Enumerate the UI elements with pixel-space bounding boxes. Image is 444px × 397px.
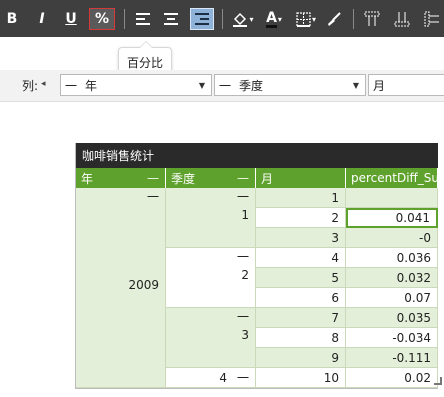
collapse-icon[interactable]: 一 (237, 308, 249, 325)
align-center-icon (164, 13, 178, 25)
chevron-down-icon: ▼ (352, 81, 359, 90)
header-label: 年 (81, 171, 94, 186)
header-quarter[interactable]: 季度 一 (166, 168, 256, 188)
year-value: 2009 (128, 278, 159, 292)
month-cell[interactable]: 2 (256, 208, 346, 228)
quarter-value: 4 (219, 371, 227, 385)
value-cell[interactable]: -0 (346, 228, 438, 248)
insert-column-button[interactable] (422, 8, 442, 30)
month-cell[interactable]: 4 (256, 248, 346, 268)
insert-row-below-icon (394, 12, 410, 27)
border-icon (296, 11, 311, 27)
month-cell[interactable]: 1 (256, 188, 346, 208)
align-left-button[interactable] (133, 8, 153, 30)
pivot-frame (75, 388, 438, 389)
collapse-icon: 一 (65, 78, 78, 93)
collapse-icon[interactable]: 一 (237, 248, 249, 265)
header-label: 月 (261, 171, 274, 186)
value-cell[interactable]: 0.02 (346, 368, 438, 388)
text-color-caret: ▾ (277, 14, 282, 24)
value-cell[interactable]: -0.111 (346, 348, 438, 368)
header-label: 季度 (171, 171, 196, 186)
collapse-icon[interactable]: 一 (147, 188, 159, 205)
text-color-button[interactable]: A ▾ (261, 8, 287, 30)
month-cell[interactable]: 5 (256, 268, 346, 288)
value-cell-selected[interactable]: 0.041 (346, 208, 438, 228)
insert-row-below-button[interactable] (392, 8, 412, 30)
collapse-icon[interactable]: 一 (237, 369, 249, 386)
pivot-title: 咖啡销售统计 (76, 143, 438, 168)
quarter-value: 2 (241, 268, 249, 282)
value-cell[interactable]: -0.034 (346, 328, 438, 348)
scroll-left-icon[interactable]: ◂ (41, 79, 46, 89)
border-caret: ▾ (311, 14, 316, 24)
toolbar-separator (353, 9, 354, 29)
month-cell[interactable]: 9 (256, 348, 346, 368)
header-percent-diff[interactable]: percentDiff_Su (346, 168, 438, 188)
italic-button[interactable]: I (33, 8, 51, 30)
header-label: percentDiff_Su (351, 171, 438, 185)
quarter-cell[interactable]: 一 2 (166, 248, 256, 308)
header-year[interactable]: 年 一 (76, 168, 166, 188)
clear-format-button[interactable] (324, 8, 344, 30)
collapse-icon: 一 (219, 78, 232, 93)
month-dropdown[interactable]: 月 (368, 74, 444, 96)
underline-button[interactable]: U (62, 8, 80, 30)
quarter-value: 3 (241, 328, 249, 342)
fill-color-caret: ▾ (249, 14, 254, 24)
month-cell[interactable]: 8 (256, 328, 346, 348)
dropdown-value: 年 (85, 78, 98, 93)
value-cell[interactable]: 0.036 (346, 248, 438, 268)
formatting-toolbar: B I U % ▾ A ▾ ▾ (0, 0, 444, 37)
value-cell[interactable] (346, 188, 438, 208)
quarter-value: 1 (241, 208, 249, 222)
year-dropdown[interactable]: 一 年 ▼ (60, 74, 212, 96)
text-color-icon: A (266, 9, 277, 28)
percent-button[interactable]: % (89, 8, 115, 30)
chevron-down-icon: ▼ (198, 81, 205, 90)
column-label: 列: (22, 79, 39, 93)
value-cell[interactable]: 0.035 (346, 308, 438, 328)
collapse-icon[interactable]: 一 (237, 170, 249, 187)
collapse-icon[interactable]: 一 (237, 188, 249, 205)
dropdown-value: 季度 (239, 78, 264, 93)
paint-bucket-icon (233, 12, 248, 27)
align-right-icon (195, 13, 209, 25)
value-cell[interactable]: 0.07 (346, 288, 438, 308)
toolbar-separator (222, 9, 223, 29)
insert-column-icon (424, 11, 439, 27)
dropdown-value: 月 (373, 78, 386, 93)
month-cell[interactable]: 6 (256, 288, 346, 308)
quarter-cell[interactable]: 一 3 (166, 308, 256, 368)
align-right-button[interactable] (190, 8, 214, 30)
quarter-cell[interactable]: 4 一 (166, 368, 256, 388)
insert-row-above-button[interactable] (362, 8, 382, 30)
quarter-dropdown[interactable]: 一 季度 ▼ (214, 74, 366, 96)
toolbar-separator (124, 9, 125, 29)
align-center-button[interactable] (161, 8, 181, 30)
bold-button[interactable]: B (3, 8, 21, 30)
year-cell[interactable]: 一 2009 (76, 188, 166, 388)
month-cell[interactable]: 7 (256, 308, 346, 328)
collapse-icon[interactable]: 一 (147, 170, 159, 187)
border-button[interactable]: ▾ (293, 8, 319, 30)
insert-row-icon (364, 11, 380, 26)
month-cell[interactable]: 10 (256, 368, 346, 388)
month-cell[interactable]: 3 (256, 228, 346, 248)
align-left-icon (136, 13, 150, 25)
resize-handle[interactable] (434, 377, 442, 385)
column-selector-bar: 列: ◂ 一 年 ▼ 一 季度 ▼ 月 (0, 70, 444, 102)
quarter-cell[interactable]: 一 1 (166, 188, 256, 248)
value-cell[interactable]: 0.032 (346, 268, 438, 288)
fill-color-button[interactable]: ▾ (230, 8, 256, 30)
brush-icon (328, 12, 341, 26)
header-month[interactable]: 月 (256, 168, 346, 188)
